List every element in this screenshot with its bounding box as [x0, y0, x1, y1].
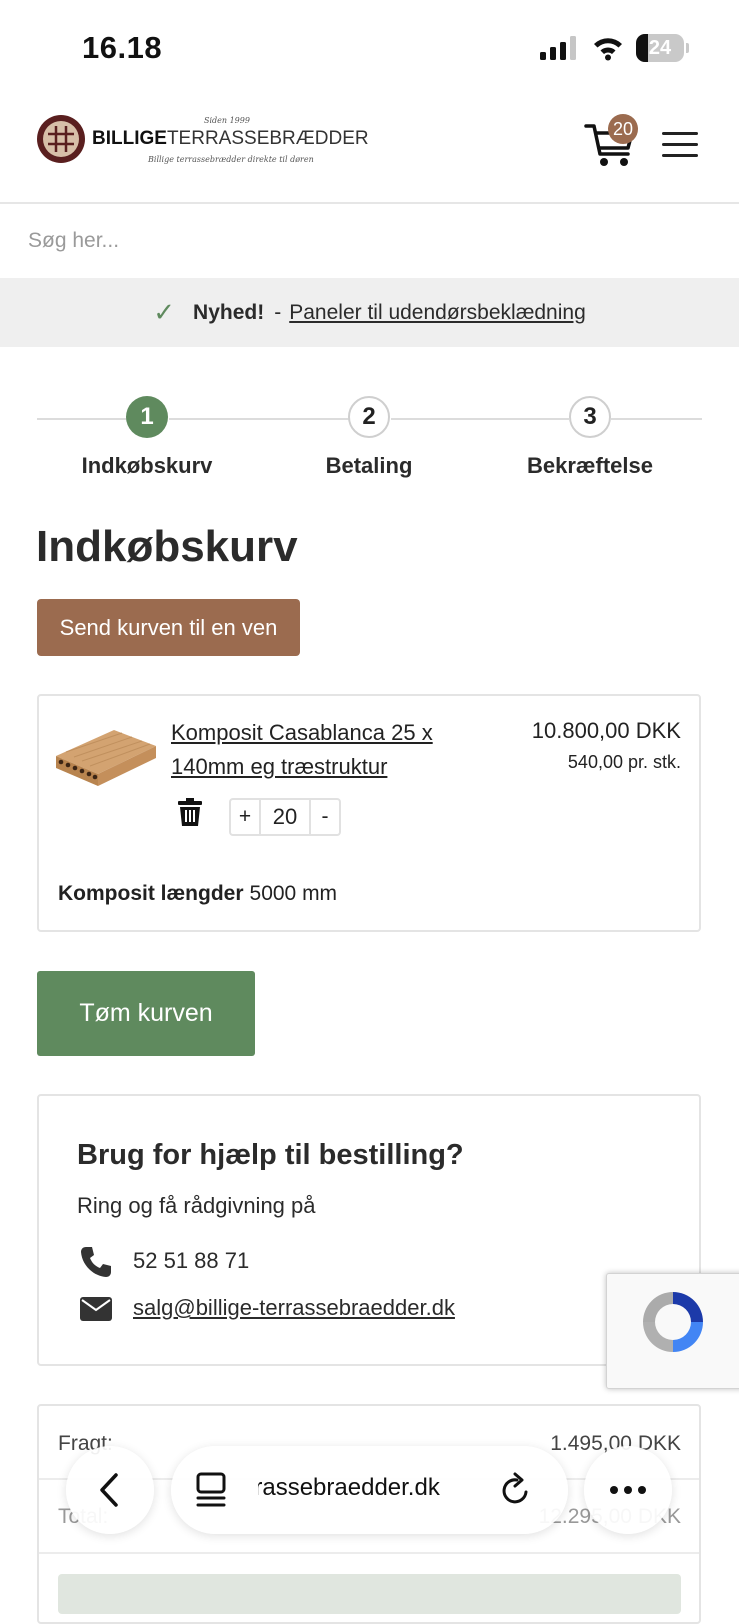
battery-level: 24	[648, 37, 672, 59]
trash-icon[interactable]	[178, 798, 202, 826]
menu-icon[interactable]	[662, 132, 698, 158]
status-time: 16.18	[82, 30, 163, 65]
reload-icon[interactable]	[499, 1472, 533, 1508]
help-title: Brug for hjælp til bestilling?	[77, 1139, 464, 1171]
recaptcha-badge[interactable]	[606, 1273, 739, 1389]
step-3-label: Bekræftelse	[527, 453, 653, 478]
browser-back-button[interactable]	[66, 1446, 154, 1534]
battery-icon: 24	[636, 34, 690, 62]
item-total-price: 10.800,00 DKK	[531, 718, 681, 743]
news-label: Nyhed!	[193, 300, 265, 324]
url-text: billige-terrassebraedder.dk	[258, 1474, 488, 1502]
phone-number[interactable]: 52 51 88 71	[133, 1248, 249, 1274]
step-1-circle[interactable]: 1	[126, 396, 168, 438]
qty-decrease-button[interactable]: -	[311, 800, 339, 834]
product-title-link[interactable]: Komposit Casablanca 25 x 140mm eg træstr…	[171, 716, 481, 784]
mail-icon	[80, 1297, 112, 1321]
logo-emblem-icon	[37, 115, 85, 163]
attr-value: 5000 mm	[249, 882, 338, 905]
checkmark-icon: ✓	[153, 297, 176, 327]
url-value: billige-terrassebraedder.dk	[258, 1474, 440, 1501]
news-banner: ✓ Nyhed! - Paneler til udendørsbeklædnin…	[0, 278, 739, 347]
cart-count-badge: 20	[608, 114, 638, 144]
email-link[interactable]: salg@billige-terrassebraedder.dk	[133, 1295, 455, 1321]
step-line	[37, 418, 127, 420]
step-line	[169, 418, 349, 420]
logo-bold-text: BILLIGE	[92, 128, 167, 149]
chevron-left-icon	[100, 1473, 118, 1507]
summary-divider	[39, 1552, 699, 1554]
qty-input[interactable]: 20	[259, 800, 311, 834]
news-separator: -	[274, 300, 282, 324]
qty-increase-button[interactable]: +	[231, 800, 259, 834]
checkout-button[interactable]	[58, 1574, 681, 1614]
step-line	[611, 418, 702, 420]
phone-icon	[81, 1247, 111, 1277]
help-subtitle: Ring og få rådgivning på	[77, 1193, 316, 1218]
item-unit-price: 540,00 pr. stk.	[567, 752, 681, 772]
logo-light-text: TERRASSEBRÆDDER	[166, 128, 369, 149]
wifi-icon	[594, 38, 622, 61]
site-logo[interactable]: Siden 1999 BILLIGETERRASSEBRÆDDER Billig…	[36, 112, 369, 172]
search-input[interactable]	[0, 204, 739, 278]
logo-since: Siden 1999	[204, 116, 250, 125]
send-cart-button[interactable]: Send kurven til en ven	[37, 599, 300, 656]
step-3-circle[interactable]: 3	[569, 396, 611, 438]
step-1-label: Indkøbskurv	[81, 453, 213, 478]
help-card	[37, 1094, 701, 1366]
news-link[interactable]: Paneler til udendørsbeklædning	[289, 301, 586, 325]
step-line	[391, 418, 569, 420]
cellular-signal-icon	[540, 36, 576, 60]
product-image[interactable]	[56, 730, 156, 786]
page-title: Indkøbskurv	[36, 522, 298, 571]
quantity-stepper: + 20 -	[229, 798, 341, 836]
logo-tagline: Billige terrassebrædder direkte til døre…	[148, 155, 314, 164]
more-dots-icon	[610, 1486, 646, 1494]
step-2-circle[interactable]: 2	[348, 396, 390, 438]
step-2-label: Betaling	[325, 453, 413, 478]
tabs-icon	[196, 1472, 226, 1507]
empty-cart-button[interactable]: Tøm kurven	[37, 971, 255, 1056]
item-attribute: Komposit længder 5000 mm	[58, 882, 337, 906]
recaptcha-icon	[643, 1292, 703, 1352]
browser-more-button[interactable]	[584, 1446, 672, 1534]
attr-label: Komposit længder	[58, 882, 244, 905]
